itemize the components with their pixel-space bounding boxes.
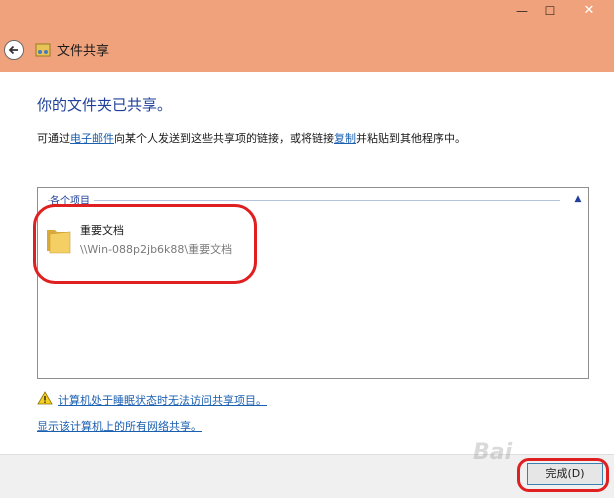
desc-text-3: 并粘贴到其他程序中。 <box>356 132 466 145</box>
minimize-button[interactable]: — <box>508 0 536 22</box>
share-wizard-icon <box>35 43 51 57</box>
sleep-warning-link[interactable]: 计算机处于睡眠状态时无法访问共享项目。 <box>58 392 267 408</box>
highlight-annotation <box>33 204 257 284</box>
close-button[interactable]: ✕ <box>566 0 612 22</box>
group-divider <box>48 200 560 201</box>
desc-text-2: 向某个人发送到这些共享项的链接，或将链接 <box>114 132 334 145</box>
copy-link[interactable]: 复制 <box>334 132 356 145</box>
watermark: Bai <box>473 440 513 465</box>
back-arrow-icon <box>8 45 18 55</box>
warning-icon <box>37 391 53 405</box>
page-heading: 你的文件夹已共享。 <box>37 96 173 114</box>
highlight-annotation-button <box>517 458 609 492</box>
desc-text-1: 可通过 <box>37 132 70 145</box>
chevron-up-icon[interactable]: ▲ <box>572 193 584 205</box>
share-description: 可通过电子邮件向某个人发送到这些共享项的链接，或将链接复制并粘贴到其他程序中。 <box>37 130 466 146</box>
all-shares-link[interactable]: 显示该计算机上的所有网络共享。 <box>37 418 202 434</box>
back-button[interactable] <box>4 40 24 60</box>
email-link[interactable]: 电子邮件 <box>70 132 114 145</box>
title-bar: — ☐ ✕ <box>0 0 614 28</box>
maximize-button[interactable]: ☐ <box>536 0 564 22</box>
wizard-header: 文件共享 <box>0 28 614 72</box>
wizard-title: 文件共享 <box>57 44 110 59</box>
